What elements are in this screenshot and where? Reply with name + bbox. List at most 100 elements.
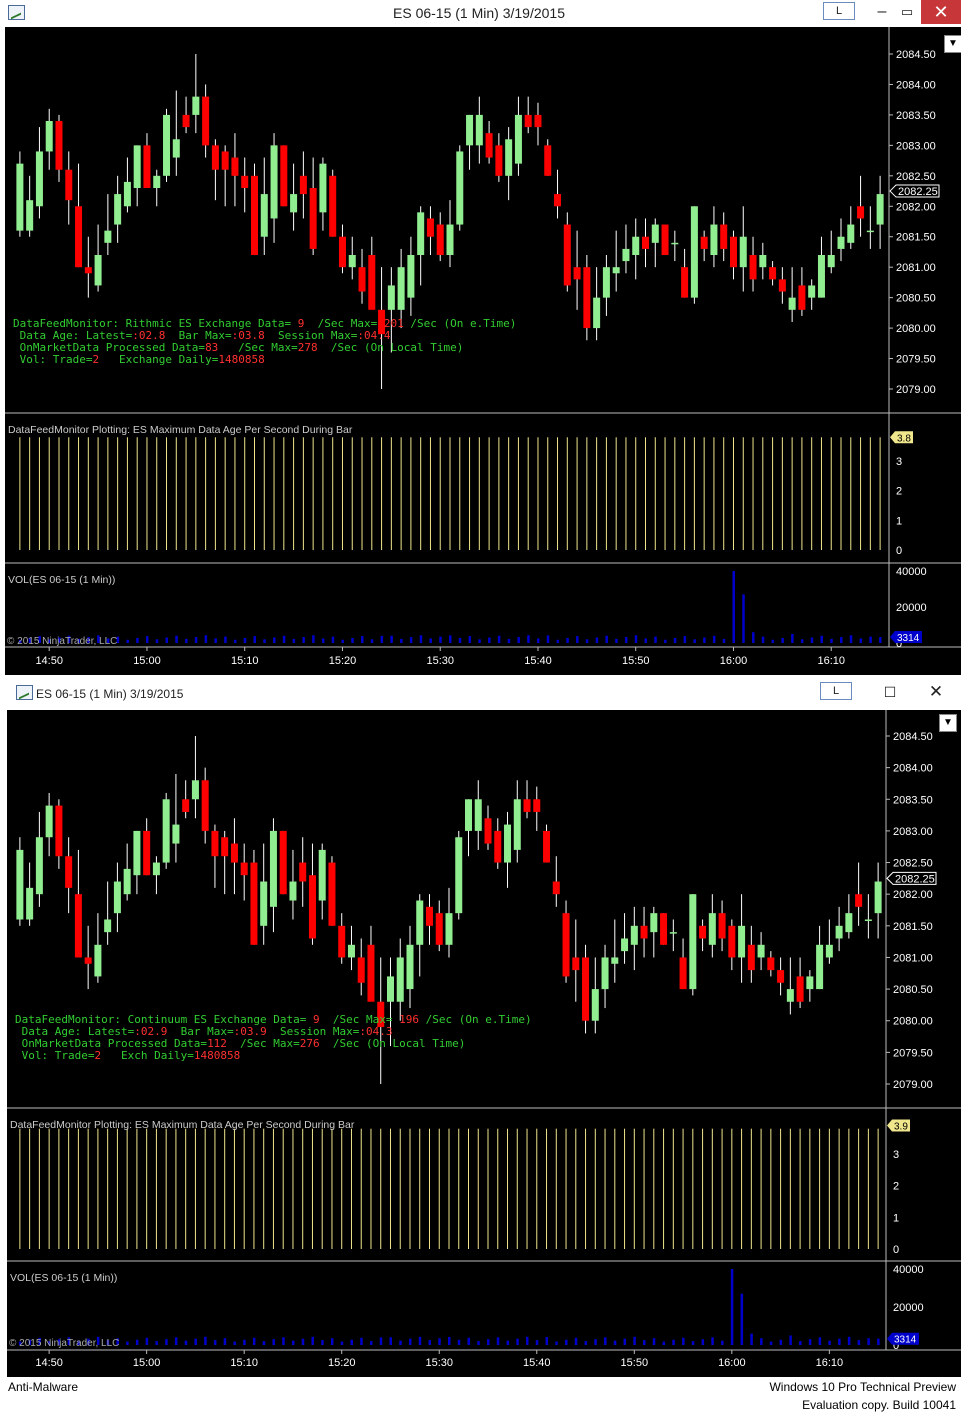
volume-value-label: 3314 (894, 1335, 917, 1346)
volume-bar (340, 1341, 344, 1345)
close-icon[interactable]: ✕ (921, 0, 961, 24)
volume-bar (703, 637, 706, 643)
candle-up (456, 151, 464, 225)
candle-down (367, 944, 375, 1002)
candle-up (837, 236, 845, 249)
price-tick-label: 2080.50 (896, 293, 936, 305)
chart-svg[interactable]: 2084.50 2084.00 2083.50 2083.00 2082.50 2082.… (7, 710, 961, 1377)
chart-svg[interactable]: 2084.50 2084.00 2083.50 2083.00 2082.50 2082.… (5, 27, 961, 675)
volume-bar (243, 637, 247, 643)
candle-up (16, 849, 24, 920)
volume-bar (194, 637, 198, 643)
volume-bar (136, 637, 139, 643)
candle-up (806, 976, 814, 990)
monitor-text-segment: /Sec (On Local Time) (320, 1037, 466, 1050)
volume-bar (672, 1339, 675, 1345)
chevron-down-icon[interactable]: ▼ (939, 714, 957, 732)
volume-bar (408, 1338, 412, 1345)
candle-up (671, 242, 679, 245)
candle-down (358, 267, 366, 292)
candle-up (260, 881, 268, 926)
candle-up (104, 919, 112, 933)
volume-bar (516, 1338, 519, 1345)
time-tick-label: 15:50 (622, 655, 650, 667)
candle-up (786, 989, 794, 1002)
volume-panel-label: VOL(ES 06-15 (1 Min)) (8, 574, 115, 586)
age-tick-label: 2 (896, 486, 902, 498)
chevron-down-icon[interactable]: ▼ (944, 35, 961, 53)
volume-bar (135, 1339, 139, 1345)
volume-bar (545, 1337, 549, 1345)
taskbar-left-text: Anti-Malware (8, 1380, 79, 1394)
candle-up (153, 175, 161, 188)
candle-up (759, 255, 767, 268)
volume-bar (662, 1341, 666, 1345)
volume-bar (175, 635, 178, 643)
time-tick-label: 15:10 (230, 1357, 258, 1369)
price-tick-label: 2084.00 (896, 79, 936, 91)
volume-bar (566, 637, 569, 643)
volume-bar (351, 637, 354, 643)
candle-up (318, 849, 326, 901)
candle-up (113, 881, 121, 914)
candle-down (221, 151, 229, 170)
candle-up (876, 194, 884, 225)
candle-up (866, 230, 874, 233)
volume-bar (820, 635, 823, 643)
candle-down (240, 862, 248, 876)
price-tick-label: 2080.50 (893, 984, 933, 996)
volume-bar (126, 1341, 129, 1345)
volume-bar (194, 1338, 197, 1345)
volume-bar (711, 1337, 714, 1345)
candle-up (504, 824, 512, 863)
desktop-status-bar: Anti-Malware Windows 10 Pro Technical Pr… (0, 1377, 961, 1413)
maximize-icon[interactable]: ☐ (870, 680, 910, 704)
monitor-text-segment: 278 (298, 341, 318, 354)
title-bar[interactable]: ES 06-15 (1 Min) 3/19/2015 L ☐ ✕ (0, 680, 961, 706)
candle-up (474, 799, 482, 831)
candle-up (191, 780, 199, 800)
link-button[interactable]: L (823, 2, 855, 20)
volume-bar (830, 638, 833, 643)
candle-up (689, 894, 697, 990)
candle-down (769, 267, 777, 280)
candle-up (45, 121, 53, 152)
candle-up (708, 913, 716, 945)
window-title: ES 06-15 (1 Min) 3/19/2015 (393, 5, 565, 21)
candle-up (739, 236, 747, 268)
volume-bar (380, 635, 384, 643)
monitor-text-line: Vol: Trade=2 Exch Daily=1480858 (15, 1049, 240, 1062)
link-button[interactable]: L (820, 682, 852, 700)
candle-up (386, 976, 394, 1002)
age-panel-label: DataFeedMonitor Plotting: ES Maximum Dat… (8, 424, 353, 436)
candle-up (465, 799, 473, 831)
candle-down (642, 236, 650, 249)
volume-bar (487, 1339, 490, 1345)
volume-bar (292, 638, 296, 643)
candle-up (513, 799, 521, 850)
candle-up (162, 799, 170, 863)
volume-bar (272, 1339, 275, 1345)
candle-up (94, 255, 102, 286)
monitor-text-segment: 1480858 (194, 1049, 240, 1062)
chart-panel[interactable]: 2084.50 2084.00 2083.50 2083.00 2082.50 2082.… (5, 27, 961, 675)
candle-up (690, 206, 698, 298)
candle-up (827, 255, 835, 268)
title-bar[interactable]: ES 06-15 (1 Min) 3/19/2015 L – ▭ ✕ (0, 0, 961, 26)
volume-bar (752, 632, 755, 643)
chart-panel[interactable]: 2084.50 2084.00 2083.50 2083.00 2082.50 2082.… (7, 710, 961, 1377)
volume-bar (535, 1340, 539, 1345)
volume-bar (721, 1340, 724, 1345)
candle-down (661, 224, 669, 255)
monitor-text-segment: /Sec (On e.Time) (404, 317, 517, 330)
time-tick-label: 16:10 (816, 1357, 844, 1369)
volume-bar (527, 635, 530, 643)
close-icon[interactable]: ✕ (916, 680, 956, 704)
volume-value-label: 3314 (897, 633, 920, 644)
volume-bar (799, 1341, 802, 1345)
candle-down (552, 881, 560, 895)
volume-bar (605, 635, 608, 643)
candle-down (435, 913, 443, 945)
chart-window-1: ES 06-15 (1 Min) 3/19/2015 L – ▭ ✕ 2084.… (0, 0, 961, 676)
volume-bar (145, 636, 149, 643)
